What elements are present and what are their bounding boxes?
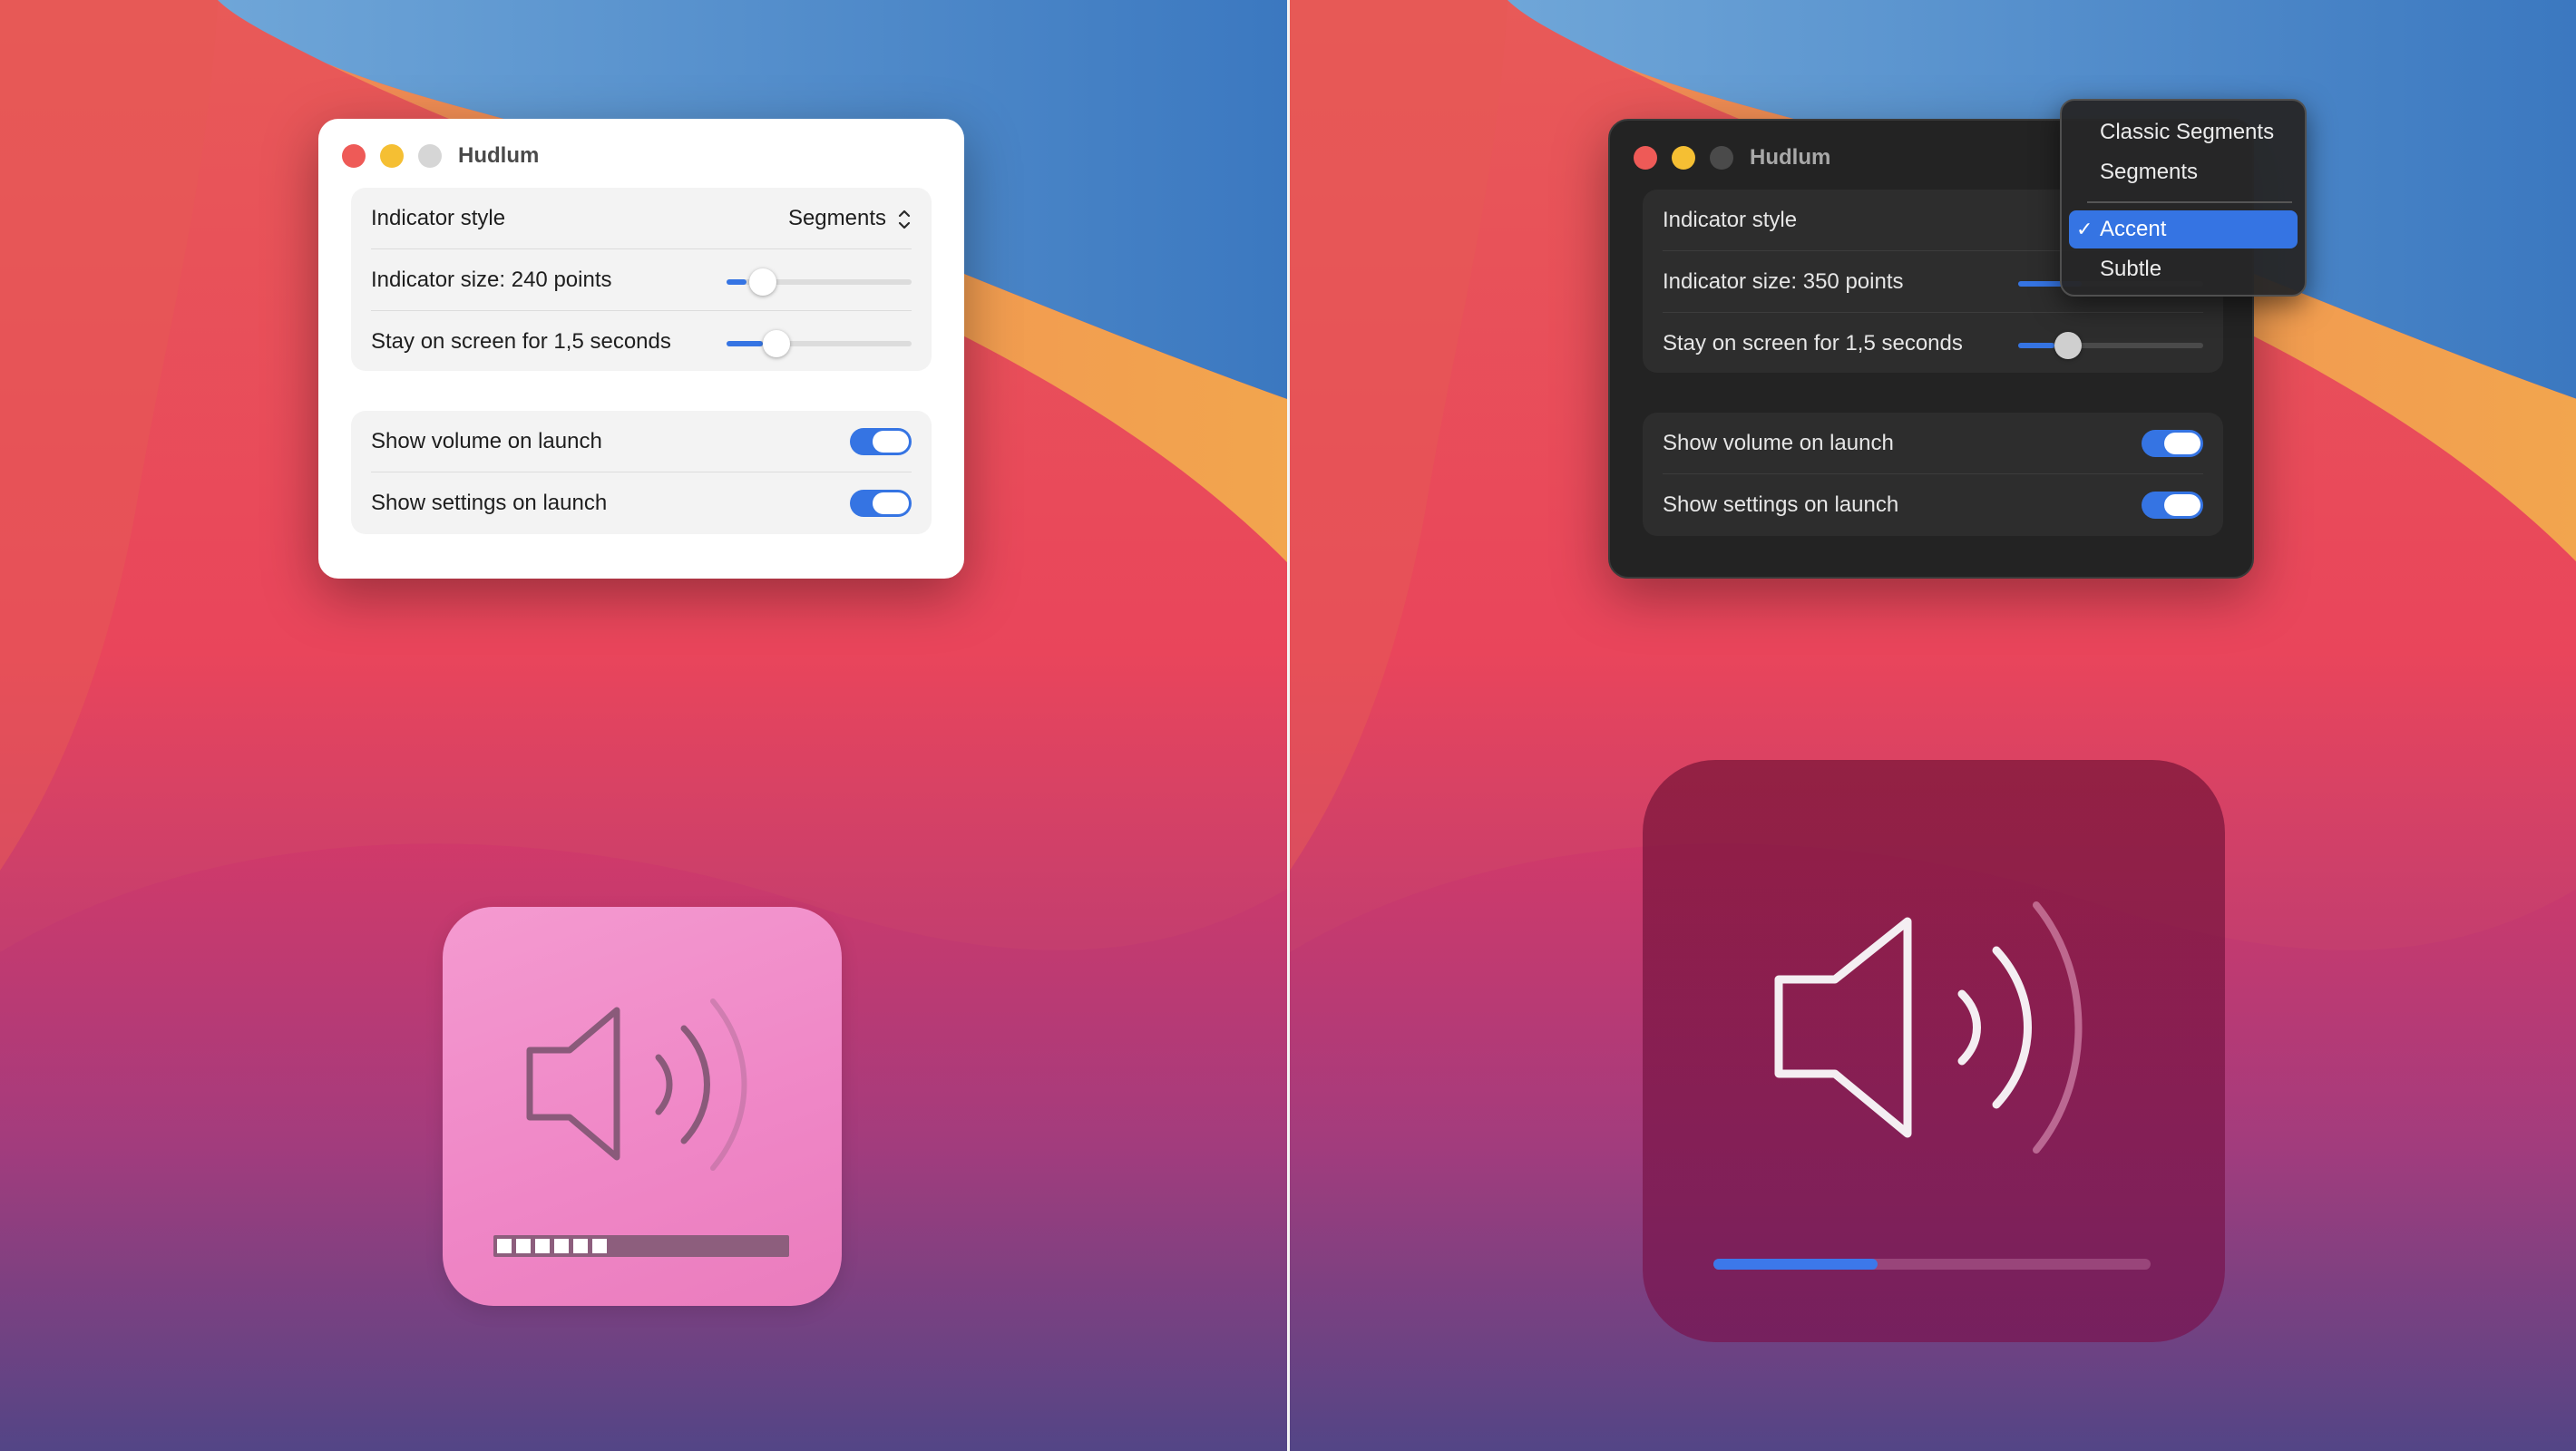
window-title: Hudlum xyxy=(458,143,540,168)
volume-accent-bar xyxy=(1713,1259,2151,1270)
show-volume-row: Show volume on launch xyxy=(371,411,912,472)
indicator-size-row: Indicator size: 240 points xyxy=(371,249,912,311)
show-volume-toggle[interactable] xyxy=(850,428,912,455)
stay-on-screen-label: Stay on screen for 1,5 seconds xyxy=(371,329,671,354)
show-volume-label: Show volume on launch xyxy=(371,429,602,453)
launch-settings-group: Show volume on launch Show settings on l… xyxy=(351,411,932,534)
slider-fill xyxy=(727,279,746,285)
window-title: Hudlum xyxy=(1750,145,1831,170)
minimize-button[interactable] xyxy=(380,144,404,168)
volume-segments-bar xyxy=(493,1235,789,1257)
show-settings-row: Show settings on launch xyxy=(1663,474,2203,536)
indicator-style-row: Indicator style Segments xyxy=(371,188,912,249)
indicator-size-slider[interactable] xyxy=(727,268,912,296)
menu-item-segments[interactable]: Segments xyxy=(2069,153,2298,191)
right-screen: Hudlum Indicator style Indicator size: 3… xyxy=(1290,0,2576,1451)
show-settings-toggle[interactable] xyxy=(850,490,912,517)
stay-on-screen-row: Stay on screen for 1,5 seconds xyxy=(1663,313,2203,375)
indicator-style-popup[interactable]: Segments xyxy=(788,188,912,249)
show-settings-label: Show settings on launch xyxy=(371,491,608,515)
show-settings-toggle[interactable] xyxy=(2142,492,2203,519)
show-volume-label: Show volume on launch xyxy=(1663,431,1894,455)
show-volume-row: Show volume on launch xyxy=(1663,413,2203,474)
chevron-up-down-icon xyxy=(898,209,911,229)
close-button[interactable] xyxy=(1634,146,1657,170)
menu-separator xyxy=(2087,201,2292,203)
stay-on-screen-slider[interactable] xyxy=(2018,332,2203,359)
show-volume-toggle[interactable] xyxy=(2142,430,2203,457)
volume-accent-fill xyxy=(1713,1259,1878,1270)
indicator-settings-group: Indicator style Segments Indicator size:… xyxy=(351,188,932,371)
stay-on-screen-label: Stay on screen for 1,5 seconds xyxy=(1663,331,1963,355)
indicator-style-menu: Classic Segments Segments ✓ Accent Subtle xyxy=(2060,99,2307,297)
left-screen: Hudlum Indicator style Segments Indicato… xyxy=(0,0,1287,1451)
speaker-icon xyxy=(1774,901,2083,1154)
slider-knob[interactable] xyxy=(749,268,776,296)
slider-knob[interactable] xyxy=(2054,332,2082,359)
traffic-lights xyxy=(342,144,442,168)
speaker-icon xyxy=(526,998,747,1171)
volume-hud-accent xyxy=(1643,760,2225,1342)
menu-item-accent[interactable]: ✓ Accent xyxy=(2069,210,2298,248)
zoom-button xyxy=(1710,146,1733,170)
stay-on-screen-row: Stay on screen for 1,5 seconds xyxy=(371,311,912,373)
show-settings-row: Show settings on launch xyxy=(371,472,912,534)
indicator-style-label: Indicator style xyxy=(1663,208,1798,232)
checkmark-icon: ✓ xyxy=(2076,218,2093,240)
slider-knob[interactable] xyxy=(763,330,790,357)
minimize-button[interactable] xyxy=(1672,146,1695,170)
volume-hud-segments xyxy=(443,907,842,1306)
traffic-lights xyxy=(1634,146,1733,170)
stay-on-screen-slider[interactable] xyxy=(727,330,912,357)
indicator-style-value: Segments xyxy=(787,206,886,230)
indicator-style-label: Indicator style xyxy=(371,206,506,230)
indicator-size-label: Indicator size: 350 points xyxy=(1663,269,1904,294)
indicator-size-label: Indicator size: 240 points xyxy=(371,268,612,292)
menu-item-classic-segments[interactable]: Classic Segments xyxy=(2069,113,2298,151)
show-settings-label: Show settings on launch xyxy=(1663,492,1899,517)
close-button[interactable] xyxy=(342,144,366,168)
menu-item-label: Accent xyxy=(2100,217,2167,241)
launch-settings-group: Show volume on launch Show settings on l… xyxy=(1643,413,2223,536)
settings-window: Hudlum Indicator style Segments Indicato… xyxy=(318,119,964,579)
slider-fill xyxy=(727,341,763,346)
zoom-button xyxy=(418,144,442,168)
slider-fill xyxy=(2018,343,2054,348)
menu-item-subtle[interactable]: Subtle xyxy=(2069,250,2298,288)
